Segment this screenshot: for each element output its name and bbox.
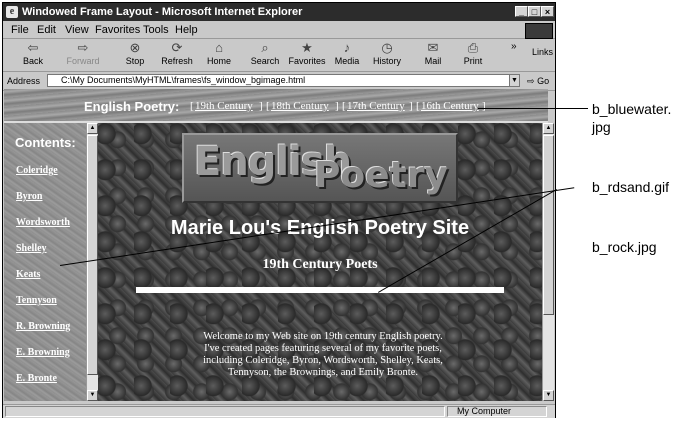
- search-button[interactable]: ⌕ Search: [245, 41, 285, 67]
- refresh-icon: ⟳: [171, 40, 183, 55]
- menu-help[interactable]: Help: [175, 22, 198, 38]
- status-bar: My Computer: [3, 404, 555, 418]
- back-button[interactable]: ⇦ Back: [13, 41, 53, 67]
- nav-link-e-bronte[interactable]: E. Bronte: [16, 373, 57, 384]
- main-scroll-thumb[interactable]: [543, 135, 554, 315]
- top-frame-heading: English Poetry:: [84, 99, 180, 114]
- horizontal-rule: [136, 287, 504, 293]
- home-button[interactable]: ⌂ Home: [199, 41, 239, 67]
- forward-button[interactable]: ⇨ Forward: [63, 41, 103, 67]
- minimize-button[interactable]: _: [515, 6, 528, 17]
- mail-button[interactable]: ✉ Mail: [413, 41, 453, 67]
- menu-bar: File Edit View Favorites Tools Help: [3, 22, 555, 39]
- status-text-cell: [5, 406, 445, 417]
- top-frame: English Poetry: [ 19th Century ] [ 18th …: [4, 89, 548, 123]
- section-subtitle: 19th Century Poets: [262, 257, 378, 272]
- link-18th-century[interactable]: 18th Century: [271, 100, 329, 112]
- media-icon: ♪: [343, 40, 351, 55]
- home-icon: ⌂: [215, 40, 223, 55]
- mail-icon: ✉: [427, 40, 439, 55]
- left-scroll-thumb[interactable]: [87, 135, 98, 375]
- nav-link-shelley[interactable]: Shelley: [16, 243, 47, 254]
- maximize-button[interactable]: □: [528, 6, 541, 17]
- menu-favorites[interactable]: Favorites: [95, 22, 140, 38]
- ie-logo-icon: e: [6, 6, 18, 18]
- scroll-down-icon[interactable]: ▼: [87, 390, 98, 401]
- favorites-icon: ★: [301, 40, 313, 55]
- link-16th-century[interactable]: 16th Century: [421, 100, 479, 112]
- address-dropdown-button[interactable]: ▼: [509, 74, 520, 87]
- nav-link-coleridge[interactable]: Coleridge: [16, 165, 58, 176]
- nav-link-r-browning[interactable]: R. Browning: [16, 321, 70, 332]
- link-17th-century[interactable]: 17th Century: [347, 100, 405, 112]
- toolbar-overflow[interactable]: »: [511, 41, 517, 52]
- title-bar: e Windowed Frame Layout - Microsoft Inte…: [3, 3, 555, 21]
- media-button[interactable]: ♪ Media: [327, 41, 367, 67]
- nav-link-e-browning[interactable]: E. Browning: [16, 347, 70, 358]
- windows-logo-icon: [525, 23, 553, 39]
- address-input[interactable]: C:\My Documents\MyHTML\frames\fs_window_…: [47, 74, 515, 87]
- print-button[interactable]: ⎙ Print: [453, 41, 493, 67]
- favorites-button[interactable]: ★ Favorites: [287, 41, 327, 67]
- close-button[interactable]: ×: [541, 6, 554, 17]
- forward-arrow-icon: ⇨: [77, 40, 89, 55]
- scroll-up-icon[interactable]: ▲: [543, 123, 554, 134]
- scroll-up-icon[interactable]: ▲: [87, 123, 98, 134]
- toolbar: ⇦ Back ⇨ Forward ⊗ Stop ⟳ Refresh ⌂ Home ⌕ Sea…: [3, 39, 555, 72]
- menu-view[interactable]: View: [65, 22, 89, 38]
- welcome-text: Welcome to my Web site on 19th century E…: [203, 331, 443, 378]
- search-icon: ⌕: [261, 40, 269, 55]
- stop-button[interactable]: ⊗ Stop: [115, 41, 155, 67]
- history-button[interactable]: ◷ History: [367, 41, 407, 67]
- address-label: Address: [7, 76, 41, 86]
- left-frame-scrollbar[interactable]: ▲ ▼: [86, 123, 98, 401]
- menu-tools[interactable]: Tools: [143, 22, 169, 38]
- nav-link-byron[interactable]: Byron: [16, 191, 43, 202]
- english-poetry-logo: English Poetry: [182, 133, 458, 203]
- callout-line-bluewater: [478, 108, 588, 109]
- nav-link-keats[interactable]: Keats: [16, 269, 40, 280]
- nav-link-wordsworth[interactable]: Wordsworth: [16, 217, 70, 228]
- refresh-button[interactable]: ⟳ Refresh: [157, 41, 197, 67]
- go-button[interactable]: ⇨ Go: [527, 72, 549, 90]
- status-zone: My Computer: [457, 406, 512, 416]
- callout-label-bluewater: b_bluewater. jpg: [592, 101, 672, 135]
- links-button[interactable]: Links: [532, 47, 553, 57]
- history-icon: ◷: [381, 40, 393, 55]
- menu-edit[interactable]: Edit: [37, 22, 56, 38]
- scroll-down-icon[interactable]: ▼: [543, 390, 554, 401]
- main-frame-scrollbar[interactable]: ▲ ▼: [542, 123, 554, 401]
- print-icon: ⎙: [467, 40, 479, 55]
- nav-link-tennyson[interactable]: Tennyson: [16, 295, 57, 306]
- stop-icon: ⊗: [129, 40, 141, 55]
- contents-heading: Contents:: [15, 135, 76, 150]
- go-arrow-icon: ⇨: [527, 76, 535, 86]
- menu-file[interactable]: File: [11, 22, 29, 38]
- link-19th-century[interactable]: 19th Century: [195, 100, 253, 112]
- callout-label-rdsand: b_rdsand.gif: [592, 179, 670, 195]
- callout-label-rock: b_rock.jpg: [592, 239, 657, 255]
- main-frame: English Poetry Marie Lou's English Poetr…: [98, 123, 542, 401]
- back-arrow-icon: ⇦: [27, 40, 39, 55]
- window-title: Windowed Frame Layout - Microsoft Intern…: [22, 6, 303, 18]
